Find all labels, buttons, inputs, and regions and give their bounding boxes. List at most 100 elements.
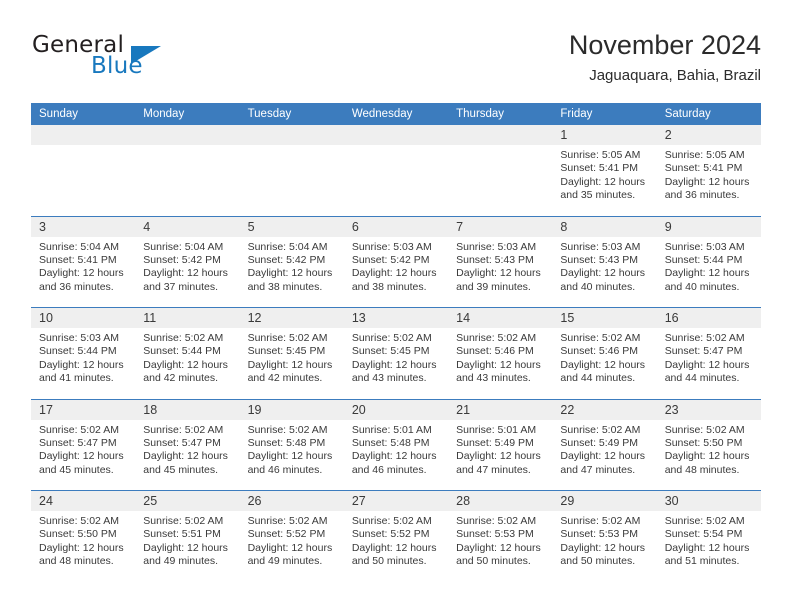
day-cell[interactable]	[239, 145, 344, 216]
daylight-text-line2: and 40 minutes.	[560, 280, 636, 293]
page-header: General Blue November 2024 Jaguaquara, B…	[31, 28, 761, 98]
day-number	[239, 125, 344, 145]
day-number: 3	[31, 215, 136, 237]
weekday-header: Sunday Monday Tuesday Wednesday Thursday…	[31, 103, 761, 125]
sunset-text: Sunset: 5:48 PM	[351, 436, 430, 449]
day-cell[interactable]: Sunrise: 5:04 AM Sunset: 5:42 PM Dayligh…	[135, 236, 240, 308]
sunrise-text: Sunrise: 5:02 AM	[143, 423, 224, 436]
daylight-text-line1: Daylight: 12 hours	[664, 450, 750, 463]
sunset-text: Sunset: 5:50 PM	[664, 436, 743, 449]
day-cell[interactable]: Sunrise: 5:04 AM Sunset: 5:42 PM Dayligh…	[239, 236, 344, 308]
daylight-text-line2: and 48 minutes.	[664, 463, 740, 476]
week-info-row: Sunrise: 5:02 AM Sunset: 5:47 PM Dayligh…	[31, 419, 761, 491]
sunrise-text: Sunrise: 5:04 AM	[143, 240, 224, 253]
daylight-text-line2: and 38 minutes.	[351, 280, 427, 293]
sunset-text: Sunset: 5:45 PM	[351, 345, 430, 358]
day-cell[interactable]	[448, 145, 553, 216]
day-number: 30	[656, 490, 761, 511]
day-cell[interactable]: Sunrise: 5:05 AM Sunset: 5:41 PM Dayligh…	[552, 145, 657, 216]
day-number: 16	[656, 307, 761, 328]
day-cell[interactable]: Sunrise: 5:02 AM Sunset: 5:47 PM Dayligh…	[656, 328, 761, 399]
day-cell[interactable]: Sunrise: 5:01 AM Sunset: 5:48 PM Dayligh…	[343, 419, 449, 491]
day-number: 26	[239, 490, 344, 511]
day-number: 1	[552, 125, 657, 145]
daylight-text-line2: and 50 minutes.	[351, 555, 427, 568]
week-info-row: Sunrise: 5:04 AM Sunset: 5:41 PM Dayligh…	[31, 236, 761, 308]
sunset-text: Sunset: 5:50 PM	[39, 528, 117, 541]
day-cell[interactable]	[343, 145, 449, 216]
daylight-text-line1: Daylight: 12 hours	[456, 450, 541, 463]
daylight-text-line1: Daylight: 12 hours	[351, 450, 437, 463]
day-cell[interactable]: Sunrise: 5:03 AM Sunset: 5:44 PM Dayligh…	[656, 236, 761, 308]
sunset-text: Sunset: 5:45 PM	[247, 345, 326, 358]
sunset-text: Sunset: 5:42 PM	[351, 253, 430, 266]
sunrise-text: Sunrise: 5:04 AM	[247, 240, 328, 253]
day-cell[interactable]: Sunrise: 5:03 AM Sunset: 5:43 PM Dayligh…	[552, 236, 657, 308]
day-cell[interactable]: Sunrise: 5:03 AM Sunset: 5:44 PM Dayligh…	[31, 328, 136, 399]
daylight-text-line2: and 36 minutes.	[39, 280, 114, 293]
day-cell[interactable]	[135, 145, 240, 216]
day-cell[interactable]: Sunrise: 5:02 AM Sunset: 5:51 PM Dayligh…	[135, 511, 240, 582]
daylight-text-line2: and 36 minutes.	[664, 189, 740, 202]
day-cell[interactable]: Sunrise: 5:01 AM Sunset: 5:49 PM Dayligh…	[448, 419, 553, 491]
brand-logo[interactable]: General Blue	[31, 32, 261, 88]
day-cell[interactable]: Sunrise: 5:02 AM Sunset: 5:48 PM Dayligh…	[239, 419, 344, 491]
daylight-text-line1: Daylight: 12 hours	[39, 358, 124, 371]
daylight-text-line2: and 40 minutes.	[664, 280, 740, 293]
daylight-text-line2: and 47 minutes.	[456, 463, 531, 476]
daylight-text-line1: Daylight: 12 hours	[664, 267, 750, 280]
daylight-text-line1: Daylight: 12 hours	[560, 541, 646, 554]
daylight-text-line2: and 49 minutes.	[247, 555, 323, 568]
day-cell[interactable]: Sunrise: 5:02 AM Sunset: 5:47 PM Dayligh…	[135, 419, 240, 491]
day-number: 2	[656, 125, 761, 145]
day-cell[interactable]: Sunrise: 5:02 AM Sunset: 5:52 PM Dayligh…	[239, 511, 344, 582]
daylight-text-line2: and 38 minutes.	[247, 280, 323, 293]
day-cell[interactable]: Sunrise: 5:02 AM Sunset: 5:50 PM Dayligh…	[31, 511, 136, 582]
sunset-text: Sunset: 5:41 PM	[39, 253, 117, 266]
daylight-text-line1: Daylight: 12 hours	[560, 358, 646, 371]
daylight-text-line1: Daylight: 12 hours	[143, 450, 228, 463]
daylight-text-line1: Daylight: 12 hours	[247, 358, 333, 371]
day-cell[interactable]: Sunrise: 5:02 AM Sunset: 5:50 PM Dayligh…	[656, 419, 761, 491]
daylight-text-line2: and 51 minutes.	[664, 555, 740, 568]
daylight-text-line2: and 42 minutes.	[143, 372, 218, 385]
day-cell[interactable]: Sunrise: 5:03 AM Sunset: 5:42 PM Dayligh…	[343, 236, 449, 308]
day-number: 17	[31, 398, 136, 420]
week-info-row: Sunrise: 5:03 AM Sunset: 5:44 PM Dayligh…	[31, 328, 761, 399]
daylight-text-line1: Daylight: 12 hours	[560, 450, 646, 463]
sunrise-text: Sunrise: 5:02 AM	[664, 332, 745, 344]
brand-name-blue: Blue	[91, 53, 143, 79]
day-cell[interactable]: Sunrise: 5:02 AM Sunset: 5:53 PM Dayligh…	[552, 511, 657, 582]
daylight-text-line2: and 44 minutes.	[560, 372, 636, 385]
weekday-header-saturday: Saturday	[656, 103, 761, 125]
sunrise-text: Sunrise: 5:02 AM	[560, 515, 641, 527]
day-cell[interactable]: Sunrise: 5:02 AM Sunset: 5:46 PM Dayligh…	[552, 328, 657, 399]
day-cell[interactable]: Sunrise: 5:05 AM Sunset: 5:41 PM Dayligh…	[656, 145, 761, 216]
day-cell[interactable]: Sunrise: 5:02 AM Sunset: 5:52 PM Dayligh…	[343, 511, 449, 582]
day-cell[interactable]: Sunrise: 5:03 AM Sunset: 5:43 PM Dayligh…	[448, 236, 553, 308]
day-cell[interactable]: Sunrise: 5:02 AM Sunset: 5:47 PM Dayligh…	[31, 419, 136, 491]
day-number: 15	[552, 307, 657, 328]
sunrise-text: Sunrise: 5:02 AM	[39, 515, 119, 527]
day-cell[interactable]: Sunrise: 5:02 AM Sunset: 5:44 PM Dayligh…	[135, 328, 240, 399]
daylight-text-line1: Daylight: 12 hours	[456, 358, 541, 371]
day-cell[interactable]: Sunrise: 5:02 AM Sunset: 5:54 PM Dayligh…	[656, 511, 761, 582]
day-cell[interactable]: Sunrise: 5:02 AM Sunset: 5:49 PM Dayligh…	[552, 419, 657, 491]
day-cell[interactable]: Sunrise: 5:02 AM Sunset: 5:45 PM Dayligh…	[343, 328, 449, 399]
day-cell[interactable]	[31, 145, 136, 216]
calendar-body: 1 2 Sunrise: 5:05 AM Sunset: 5:41 PM Day…	[31, 125, 761, 582]
day-cell[interactable]: Sunrise: 5:04 AM Sunset: 5:41 PM Dayligh…	[31, 236, 136, 308]
day-number: 21	[448, 398, 553, 420]
daylight-text-line2: and 43 minutes.	[351, 372, 427, 385]
day-cell[interactable]: Sunrise: 5:02 AM Sunset: 5:53 PM Dayligh…	[448, 511, 553, 582]
weekday-header-sunday: Sunday	[31, 103, 136, 125]
sunset-text: Sunset: 5:51 PM	[143, 528, 221, 541]
sunrise-text: Sunrise: 5:02 AM	[664, 515, 745, 527]
weekday-header-friday: Friday	[552, 103, 657, 125]
sunset-text: Sunset: 5:52 PM	[247, 528, 326, 541]
week-info-row: Sunrise: 5:05 AM Sunset: 5:41 PM Dayligh…	[31, 145, 761, 216]
week-daynum-row: 24 25 26 27 28 29 30	[31, 490, 761, 511]
day-cell[interactable]: Sunrise: 5:02 AM Sunset: 5:46 PM Dayligh…	[448, 328, 553, 399]
day-cell[interactable]: Sunrise: 5:02 AM Sunset: 5:45 PM Dayligh…	[239, 328, 344, 399]
page-title: November 2024	[568, 30, 761, 60]
